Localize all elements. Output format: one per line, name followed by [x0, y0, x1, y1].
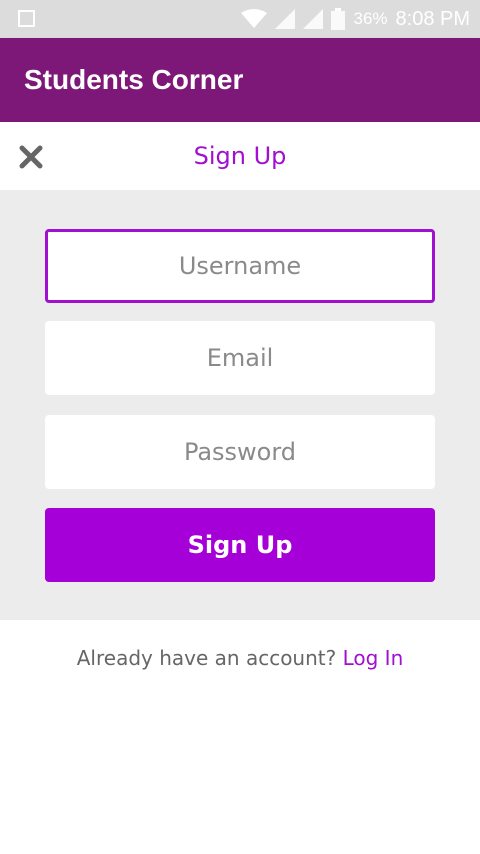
signal-icon [275, 9, 296, 29]
status-icons: 36% 8:08 PM [241, 0, 470, 38]
gallery-notification-icon [18, 10, 35, 27]
battery-icon [331, 8, 346, 30]
signup-header: Sign Up [0, 122, 480, 190]
app-bar: Students Corner [0, 38, 480, 122]
password-input[interactable] [45, 415, 435, 489]
login-link[interactable]: Log In [343, 646, 404, 670]
app-title: Students Corner [24, 64, 244, 95]
wifi-icon [241, 9, 268, 28]
page-title: Sign Up [193, 142, 287, 170]
login-prompt-line: Already have an account? Log In [0, 646, 480, 670]
username-input[interactable] [45, 229, 435, 303]
battery-percent: 36% [353, 9, 388, 28]
login-prompt-text: Already have an account? [76, 646, 337, 670]
clock: 8:08 PM [395, 7, 470, 30]
email-input[interactable] [45, 321, 435, 395]
signal-icon-2 [303, 9, 324, 29]
signup-button[interactable]: Sign Up [45, 508, 435, 582]
status-bar: 36% 8:08 PM [0, 0, 480, 38]
